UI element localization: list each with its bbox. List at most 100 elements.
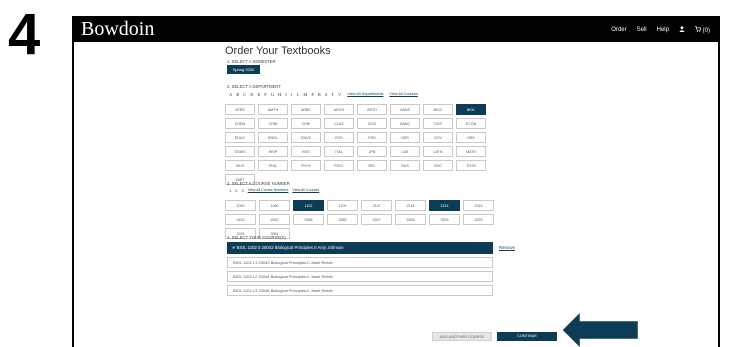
selected-course-row[interactable]: ✔ BIOL 1102 0 20042 Biological Principle… bbox=[227, 242, 493, 254]
department-button-bioc[interactable]: BIOC bbox=[423, 104, 453, 115]
view-all-courses-link[interactable]: View All Courses bbox=[292, 188, 319, 193]
course-number-button-2316[interactable]: 2316 bbox=[463, 200, 494, 211]
semester-button-selected[interactable]: Spring 2020 bbox=[227, 65, 260, 74]
letter-filter[interactable]: F bbox=[264, 92, 267, 97]
account-icon[interactable] bbox=[679, 26, 685, 34]
department-button-ital[interactable]: ITAL bbox=[324, 146, 354, 157]
page-link[interactable]: 3 bbox=[241, 188, 243, 193]
add-another-course-button[interactable]: ADD ANOTHER COURSE bbox=[432, 332, 492, 341]
department-button-arth[interactable]: ARTH bbox=[357, 104, 387, 115]
course-number-button-2566[interactable]: 2566 bbox=[293, 214, 324, 225]
department-button-educ[interactable]: EDUC bbox=[225, 132, 255, 143]
course-number-button-2112[interactable]: 2112 bbox=[361, 200, 392, 211]
department-button-thtr[interactable]: THTR bbox=[456, 160, 486, 171]
course-number-button-2510[interactable]: 2510 bbox=[259, 214, 290, 225]
course-number-button-3308[interactable]: 3308 bbox=[395, 214, 426, 225]
letter-filter[interactable]: V bbox=[338, 92, 341, 97]
department-button-danc[interactable]: DANC bbox=[390, 118, 420, 129]
letter-filter[interactable]: L bbox=[297, 92, 300, 97]
course-number-button-3307[interactable]: 3307 bbox=[361, 214, 392, 225]
course-option-row[interactable]: BIOL 1102 L3 20045 Biological Principles… bbox=[227, 285, 493, 296]
letter-filter[interactable]: D bbox=[250, 92, 253, 97]
department-button-phys[interactable]: PHYS bbox=[291, 160, 321, 171]
course-number-button-3325[interactable]: 3325 bbox=[463, 214, 494, 225]
department-button-clas[interactable]: CLAS bbox=[324, 118, 354, 129]
department-button-chie[interactable]: CHIE bbox=[291, 118, 321, 129]
department-button-arbc[interactable]: ARBC bbox=[291, 104, 321, 115]
department-button-jpn[interactable]: JPN bbox=[357, 146, 387, 157]
letter-filter[interactable]: J bbox=[291, 92, 293, 97]
department-button-math[interactable]: MATH bbox=[456, 146, 486, 157]
letter-filter[interactable]: T bbox=[331, 92, 334, 97]
department-button-asns[interactable]: ASNS bbox=[390, 104, 420, 115]
view-all-courses-link[interactable]: View All Courses bbox=[389, 92, 417, 97]
remove-course-link[interactable]: Remove bbox=[499, 245, 515, 250]
letter-filter[interactable]: C bbox=[243, 92, 246, 97]
department-button-afrs[interactable]: AFRS bbox=[225, 104, 255, 115]
brand-logo[interactable]: Bowdoin bbox=[81, 19, 154, 39]
course-number-button-1000[interactable]: 1000 bbox=[225, 200, 256, 211]
department-button-econ[interactable]: ECON bbox=[456, 118, 486, 129]
cart-button[interactable]: (0) bbox=[694, 26, 710, 34]
course-number-button-1102[interactable]: 1102 bbox=[293, 200, 324, 211]
course-number-button-1060[interactable]: 1060 bbox=[259, 200, 290, 211]
department-button-csci[interactable]: CSCI bbox=[357, 118, 387, 129]
left-arrow-icon bbox=[561, 310, 641, 347]
department-button-soc[interactable]: SOC bbox=[423, 160, 453, 171]
letter-filter[interactable]: P bbox=[311, 92, 314, 97]
continue-button[interactable]: CONTINUE bbox=[497, 332, 557, 341]
nav-order[interactable]: Order bbox=[611, 27, 626, 33]
letter-filter[interactable]: A bbox=[229, 92, 232, 97]
course-number-button-2423[interactable]: 2423 bbox=[225, 214, 256, 225]
department-button-arch[interactable]: ARCH bbox=[324, 104, 354, 115]
top-navbar: Bowdoin Order Sell Help (0) bbox=[74, 18, 718, 42]
course-number-button-2214[interactable]: 2214 bbox=[429, 200, 460, 211]
department-grid: AFRS AMTH ARBC ARCH ARTH ASNS BIOC BIOL CHEM CHIN… bbox=[225, 104, 486, 185]
department-button-mus[interactable]: MUS bbox=[225, 160, 255, 171]
department-button-latn[interactable]: LATN bbox=[423, 146, 453, 157]
view-all-departments-link[interactable]: View All Departments bbox=[347, 92, 383, 97]
course-number-button-3309[interactable]: 3309 bbox=[429, 214, 460, 225]
letter-filter[interactable]: E bbox=[258, 92, 261, 97]
course-number-button-3280[interactable]: 3280 bbox=[327, 214, 358, 225]
course-number-button-1109[interactable]: 1109 bbox=[327, 200, 358, 211]
letter-filter[interactable]: G bbox=[271, 92, 274, 97]
department-button-hisp[interactable]: HISP bbox=[258, 146, 288, 157]
department-button-eos[interactable]: EOS bbox=[324, 132, 354, 143]
page-link[interactable]: 1 bbox=[229, 188, 231, 193]
department-button-chem[interactable]: CHEM bbox=[225, 118, 255, 129]
letter-filter[interactable]: I bbox=[285, 92, 287, 97]
nav-help[interactable]: Help bbox=[657, 27, 669, 33]
letter-filter[interactable]: B bbox=[236, 92, 239, 97]
department-button-las[interactable]: LAS bbox=[390, 146, 420, 157]
department-button-dcs[interactable]: DCS bbox=[423, 118, 453, 129]
nav-sell[interactable]: Sell bbox=[637, 27, 647, 33]
course-option-row[interactable]: BIOL 1102 L2 20044 Biological Principles… bbox=[227, 271, 493, 282]
course-option-row[interactable]: BIOL 1102 L1 20043 Biological Principles… bbox=[227, 257, 493, 268]
department-button-amth[interactable]: AMTH bbox=[258, 104, 288, 115]
department-button-chin[interactable]: CHIN bbox=[258, 118, 288, 129]
letter-filter[interactable]: M bbox=[303, 92, 307, 97]
department-button-rel[interactable]: REL bbox=[357, 160, 387, 171]
department-button-rus[interactable]: RUS bbox=[390, 160, 420, 171]
department-button-envs[interactable]: ENVS bbox=[291, 132, 321, 143]
letter-filter[interactable]: R bbox=[318, 92, 321, 97]
department-button-grk[interactable]: GRK bbox=[456, 132, 486, 143]
department-button-engl[interactable]: ENGL bbox=[258, 132, 288, 143]
department-button-frs[interactable]: FRS bbox=[357, 132, 387, 143]
department-button-psyc[interactable]: PSYC bbox=[324, 160, 354, 171]
department-button-ger[interactable]: GER bbox=[390, 132, 420, 143]
department-button-gov[interactable]: GOV bbox=[423, 132, 453, 143]
page-link[interactable]: 2 bbox=[235, 188, 237, 193]
letter-filter[interactable]: H bbox=[278, 92, 281, 97]
semester-label: 1. SELECT A SEMESTER bbox=[227, 59, 276, 64]
view-all-course-numbers-link[interactable]: View All Course Numbers bbox=[248, 188, 289, 193]
department-button-hist[interactable]: HIST bbox=[291, 146, 321, 157]
department-button-phil[interactable]: PHIL bbox=[258, 160, 288, 171]
cart-count: (0) bbox=[702, 28, 710, 34]
cart-icon bbox=[694, 26, 702, 32]
department-button-biol[interactable]: BIOL bbox=[456, 104, 486, 115]
letter-filter[interactable]: S bbox=[325, 92, 328, 97]
course-number-button-2118[interactable]: 2118 bbox=[395, 200, 426, 211]
department-button-gsws[interactable]: GSWS bbox=[225, 146, 255, 157]
